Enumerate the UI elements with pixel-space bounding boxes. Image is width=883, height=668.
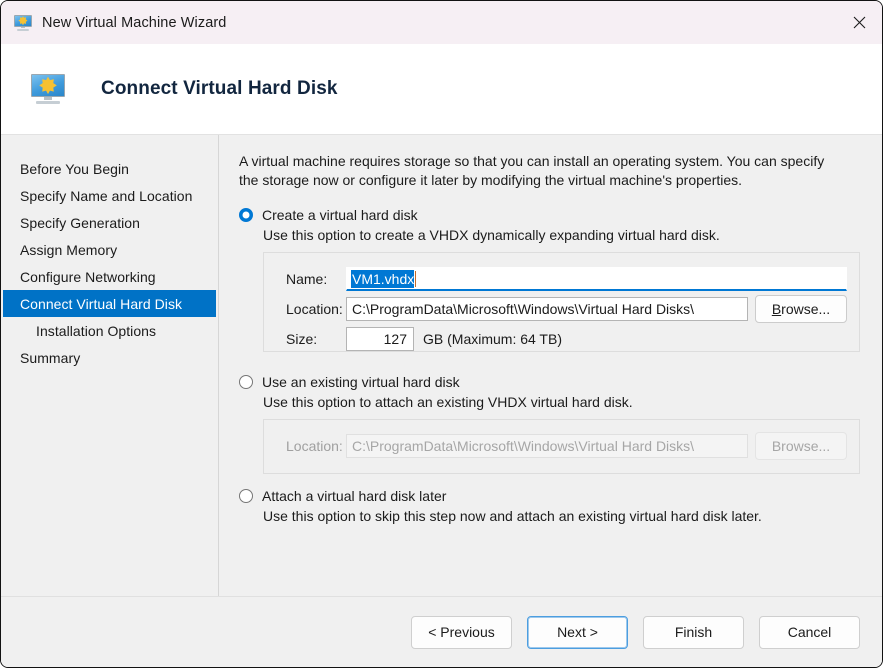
virtual-machine-monitor-icon — [14, 14, 32, 31]
create-disk-panel: Name: VM1.vhdx Location: C:\ProgramData\… — [263, 252, 860, 352]
page-header: Connect Virtual Hard Disk — [1, 44, 882, 135]
create-option-hint: Use this option to create a VHDX dynamic… — [263, 227, 720, 243]
location-input[interactable]: C:\ProgramData\Microsoft\Windows\Virtual… — [346, 297, 748, 321]
wizard-content: A virtual machine requires storage so th… — [219, 135, 882, 596]
sidebar-item-connect-virtual-hard-disk[interactable]: Connect Virtual Hard Disk — [3, 290, 216, 317]
radio-use-existing-virtual-hard-disk[interactable]: Use an existing virtual hard disk — [239, 374, 860, 390]
wizard-body: Before You Begin Specify Name and Locati… — [1, 135, 882, 596]
size-input[interactable]: 127 — [346, 327, 414, 351]
browse-button-label-rest: rowse... — [781, 301, 831, 317]
radio-attach-disk-later[interactable]: Attach a virtual hard disk later — [239, 488, 860, 504]
name-label: Name: — [286, 271, 328, 287]
finish-button[interactable]: Finish — [643, 615, 744, 649]
previous-button[interactable]: < Previous — [411, 615, 512, 649]
text-caret — [415, 270, 417, 287]
sidebar-item-assign-memory[interactable]: Assign Memory — [3, 236, 216, 263]
cancel-button[interactable]: Cancel — [759, 615, 860, 649]
name-field-row: Name: VM1.vhdx — [276, 264, 847, 294]
page-title: Connect Virtual Hard Disk — [101, 78, 338, 99]
radio-attach-later-label: Attach a virtual hard disk later — [262, 488, 447, 504]
name-input[interactable]: VM1.vhdx — [346, 267, 847, 291]
size-field-row: Size: 127 GB (Maximum: 64 TB) — [276, 324, 847, 354]
name-input-value: VM1.vhdx — [351, 269, 415, 288]
intro-text: A virtual machine requires storage so th… — [239, 153, 825, 188]
wizard-steps-sidebar: Before You Begin Specify Name and Locati… — [1, 135, 219, 596]
radio-use-existing-label: Use an existing virtual hard disk — [262, 374, 460, 390]
sidebar-item-specify-generation[interactable]: Specify Generation — [3, 209, 216, 236]
virtual-machine-monitor-icon — [31, 74, 65, 104]
existing-location-label: Location: — [286, 438, 343, 454]
existing-location-field-row: Location: C:\ProgramData\Microsoft\Windo… — [276, 431, 847, 461]
sidebar-item-specify-name-and-location[interactable]: Specify Name and Location — [3, 182, 216, 209]
title-bar: New Virtual Machine Wizard — [1, 1, 882, 44]
existing-option-hint: Use this option to attach an existing VH… — [263, 394, 633, 410]
new-virtual-machine-wizard-window: New Virtual Machine Wizard Connect Virtu… — [0, 0, 883, 668]
existing-location-input: C:\ProgramData\Microsoft\Windows\Virtual… — [346, 434, 748, 458]
radio-unselected-icon — [239, 489, 253, 503]
sidebar-item-summary[interactable]: Summary — [3, 344, 216, 371]
existing-disk-panel: Location: C:\ProgramData\Microsoft\Windo… — [263, 419, 860, 474]
radio-create-virtual-hard-disk-label: Create a virtual hard disk — [262, 207, 418, 223]
sidebar-item-installation-options[interactable]: Installation Options — [3, 317, 216, 344]
wizard-footer: < Previous Next > Finish Cancel — [1, 596, 882, 667]
window-title: New Virtual Machine Wizard — [42, 14, 227, 31]
size-suffix-label: GB (Maximum: 64 TB) — [423, 331, 562, 347]
sidebar-item-before-you-begin[interactable]: Before You Begin — [3, 155, 216, 182]
radio-create-virtual-hard-disk[interactable]: Create a virtual hard disk — [239, 207, 860, 223]
radio-unselected-icon — [239, 375, 253, 389]
browse-button[interactable]: Browse... — [755, 295, 847, 323]
existing-browse-button: Browse... — [755, 432, 847, 460]
attach-later-hint: Use this option to skip this step now an… — [263, 508, 762, 524]
location-field-row: Location: C:\ProgramData\Microsoft\Windo… — [276, 294, 847, 324]
next-button[interactable]: Next > — [527, 615, 628, 649]
radio-selected-icon — [239, 208, 253, 222]
size-label: Size: — [286, 331, 318, 347]
sidebar-item-configure-networking[interactable]: Configure Networking — [3, 263, 216, 290]
close-icon[interactable] — [836, 1, 882, 44]
location-label: Location: — [286, 301, 343, 317]
